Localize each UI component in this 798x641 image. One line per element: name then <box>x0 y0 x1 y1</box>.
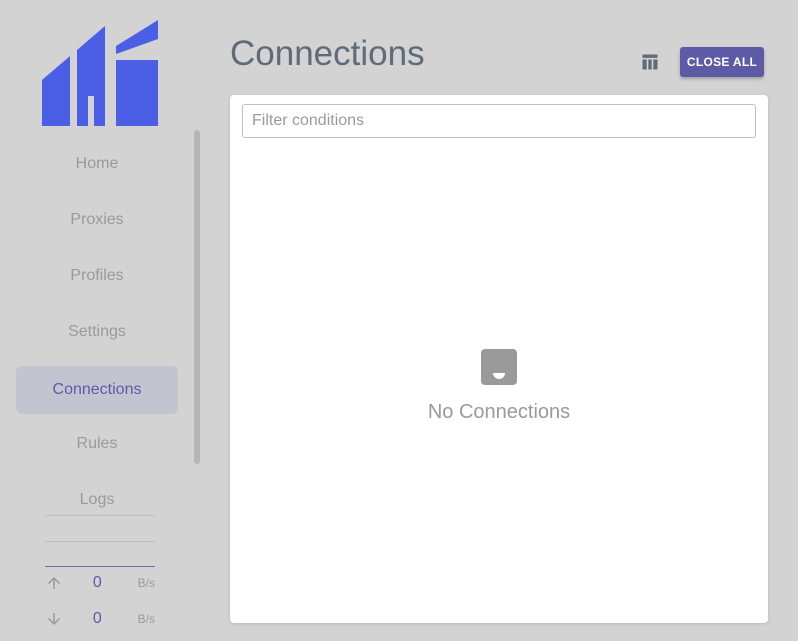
page-title: Connections <box>230 34 425 73</box>
upload-speed: 0 B/s <box>45 573 155 593</box>
table-columns-icon[interactable] <box>640 52 660 72</box>
app: Home Proxies Profiles Settings Connectio… <box>0 0 798 641</box>
filter-input[interactable] <box>242 104 756 138</box>
sidebar-scrollbar[interactable] <box>194 130 200 464</box>
close-all-button[interactable]: CLOSE ALL <box>680 47 764 77</box>
traffic-divider <box>45 515 155 516</box>
download-speed: 0 B/s <box>45 609 155 629</box>
download-value: 0 <box>92 610 102 627</box>
traffic-graph <box>45 515 155 567</box>
sidebar-item-logs[interactable]: Logs <box>16 476 178 510</box>
arrow-up-icon <box>48 577 60 589</box>
download-unit: B/s <box>137 612 155 626</box>
sidebar-item-proxies[interactable]: Proxies <box>16 196 178 244</box>
arrow-down-icon <box>48 613 60 625</box>
upload-unit: B/s <box>137 576 155 590</box>
empty-state-text: No Connections <box>427 401 571 423</box>
traffic-line <box>45 566 155 567</box>
connections-panel: No Connections <box>230 95 768 623</box>
app-logo <box>42 20 158 126</box>
traffic-divider <box>45 541 155 542</box>
sidebar-item-profiles[interactable]: Profiles <box>16 252 178 300</box>
sidebar-item-settings[interactable]: Settings <box>16 308 178 356</box>
sidebar-nav: Home Proxies Profiles Settings Connectio… <box>16 138 178 510</box>
upload-value: 0 <box>92 574 102 591</box>
sidebar: Home Proxies Profiles Settings Connectio… <box>0 0 200 641</box>
sidebar-item-rules[interactable]: Rules <box>16 420 178 468</box>
inbox-icon <box>481 349 517 385</box>
sidebar-item-connections[interactable]: Connections <box>16 366 178 414</box>
sidebar-item-home[interactable]: Home <box>16 140 178 188</box>
